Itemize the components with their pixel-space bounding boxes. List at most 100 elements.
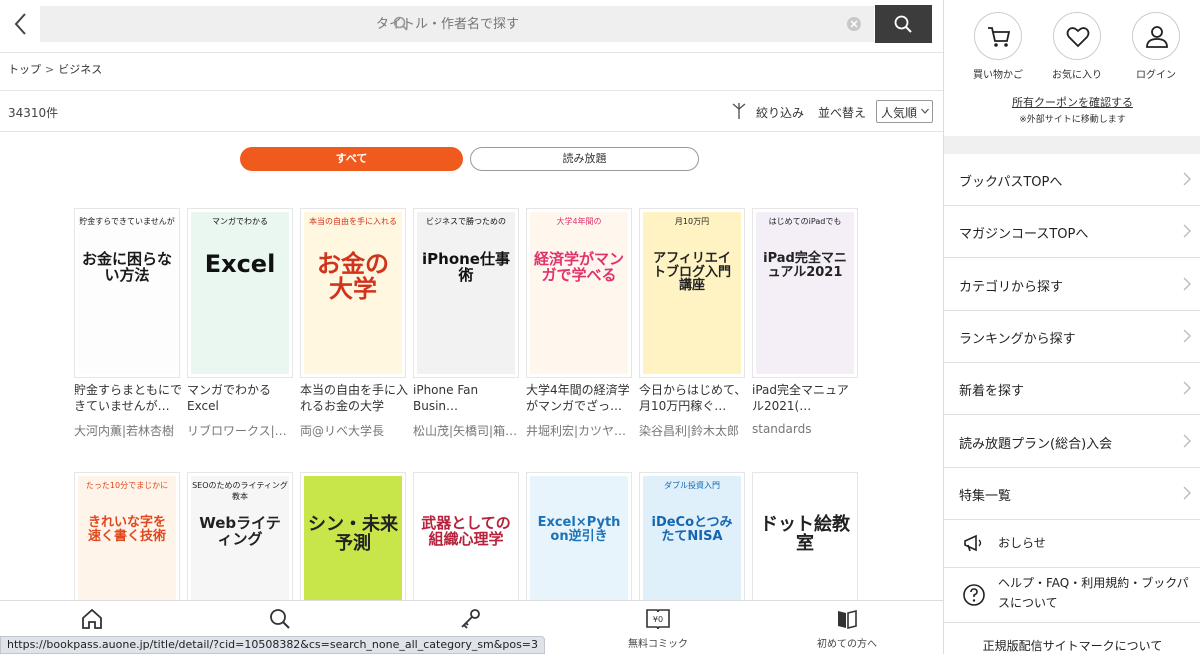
- book-cover-title: iPhone仕事術: [422, 250, 510, 284]
- coupon-note: ※外部サイトに移動します: [1019, 115, 1126, 125]
- sidebar-menu-label: 特集一覧: [959, 488, 1012, 504]
- book-cover-art: マンガでわかる Excel: [191, 212, 289, 374]
- search-button[interactable]: [875, 5, 932, 43]
- search-icon: [270, 609, 290, 629]
- book-cover-subtitle: 本当の自由を手に入れる: [309, 217, 397, 226]
- book-title[interactable]: iPad完全マニュアル2021(…: [752, 382, 860, 416]
- free-comic-icon: ¥0: [646, 609, 670, 630]
- official-mark-link[interactable]: 正規版配信サイトマークについて: [944, 630, 1200, 654]
- book-cover[interactable]: 月10万円 アフィリエイトブログ入門講座: [639, 208, 745, 378]
- book-cover-title: iPad完全マニュアル2021: [763, 251, 847, 280]
- book-cover[interactable]: はじめてのiPadでも iPad完全マニュアル2021: [752, 208, 858, 378]
- user-icon: [1146, 26, 1168, 48]
- book-author[interactable]: 松山茂|矢橋司|箱…: [413, 422, 521, 439]
- chevron-right-icon: [1183, 172, 1191, 186]
- sort-select[interactable]: 人気順: [876, 100, 933, 123]
- sort-label: 並べ替え: [818, 106, 867, 120]
- book-cover-title: Excel×Python逆引き: [537, 515, 621, 544]
- favorite-button[interactable]: お気に入り: [1047, 12, 1107, 81]
- book-cover-subtitle: ビジネスで勝つための: [426, 217, 506, 226]
- coupon-link[interactable]: 所有クーポンを確認する: [944, 94, 1200, 110]
- book-cover-title: 武器としての組織心理学: [421, 514, 511, 548]
- book-cover[interactable]: マンガでわかる Excel: [187, 208, 293, 378]
- book-cover-title: シン・未来予測: [308, 514, 398, 554]
- book-title[interactable]: 今日からはじめて、月10万円稼ぐ…: [639, 382, 747, 416]
- bottom-nav-label: 初めての方へ: [817, 639, 877, 650]
- svg-text:¥0: ¥0: [653, 615, 663, 624]
- chevron-right-icon: [1183, 434, 1191, 447]
- key-icon: [461, 609, 480, 629]
- sidebar-menu-label: 新着を探す: [959, 384, 1025, 400]
- main-content: トップ >ビジネス 34310件 絞り込み 並べ替え 人気順 すべて 読み放題 貯…: [0, 0, 943, 654]
- chevron-right-icon: [1183, 381, 1191, 395]
- breadcrumb-item-top[interactable]: トップ: [8, 61, 41, 77]
- book-author[interactable]: リブロワークス|…: [187, 422, 295, 439]
- news-link[interactable]: おしらせ: [944, 520, 1200, 568]
- book-cover-art: 大学4年間の 経済学がマンガで学べる: [530, 212, 628, 374]
- search-bar: [0, 0, 943, 53]
- book-author[interactable]: 井堀利宏|カツヤ…: [526, 422, 634, 439]
- sidebar-menu-item[interactable]: 読み放題プラン(総合)入会: [944, 416, 1200, 468]
- sidebar-menu-item[interactable]: 特集一覧: [944, 468, 1200, 520]
- book-cover-title: Excel: [204, 250, 276, 278]
- book-cover-subtitle: 月10万円: [674, 217, 710, 226]
- sidebar-menu-label: マガジンコースTOPへ: [959, 227, 1089, 243]
- book-cover[interactable]: 大学4年間の 経済学がマンガで学べる: [526, 208, 632, 378]
- breadcrumb: トップ > ビジネス: [8, 61, 102, 79]
- book-cover-title: お金の大学: [317, 250, 389, 304]
- tab-unlimited[interactable]: 読み放題: [470, 147, 699, 171]
- breadcrumb-item-business[interactable]: ビジネス: [58, 61, 102, 77]
- filter-icon[interactable]: [730, 102, 748, 120]
- search-input[interactable]: [40, 6, 874, 42]
- bottom-nav-home[interactable]: [32, 607, 152, 635]
- book-author[interactable]: standards: [752, 422, 860, 436]
- book-cover-art: はじめてのiPadでも iPad完全マニュアル2021: [756, 212, 854, 374]
- book-cover[interactable]: ビジネスで勝つための iPhone仕事術: [413, 208, 519, 378]
- sidebar-menu-item[interactable]: 新着を探す: [944, 363, 1200, 416]
- search-box: [40, 6, 874, 42]
- book-cover-subtitle: マンガでわかる: [212, 217, 268, 226]
- book-title[interactable]: 貯金すらまともにできていませんが…: [74, 382, 182, 416]
- back-button[interactable]: [10, 10, 32, 38]
- book-cover-subtitle: 貯金すらできていませんが: [79, 217, 175, 226]
- cart-button[interactable]: 買い物かご: [968, 12, 1028, 81]
- book-cover-subtitle: SEOのためのライティング教本: [192, 481, 288, 501]
- chevron-right-icon: [1183, 277, 1191, 291]
- cart-icon: [988, 27, 1011, 47]
- book-title[interactable]: マンガでわかるExcel: [187, 382, 295, 416]
- book-cover-subtitle: ダブル投資入門: [664, 481, 720, 490]
- sidebar-menu-item[interactable]: ブックパスTOPへ: [944, 154, 1200, 206]
- filter-button[interactable]: 絞り込み: [756, 104, 804, 121]
- book-cover-subtitle: はじめてのiPadでも: [768, 217, 842, 226]
- book-cover-title: 経済学がマンガで学べる: [534, 250, 625, 284]
- bottom-nav-label: 無料コミック: [628, 639, 688, 650]
- book-cover[interactable]: 貯金すらできていませんが お金に困らない方法: [74, 208, 180, 378]
- sidebar: 買い物かご お気に入り ログイン 所有クーポンを確認する ※外部サイトに移動しま…: [943, 0, 1200, 654]
- chevron-down-icon: [921, 108, 929, 114]
- book-title[interactable]: 本当の自由を手に入れるお金の大学: [300, 382, 408, 416]
- search-placeholder-icon: [392, 15, 410, 33]
- book-title[interactable]: 大学4年間の経済学がマンガでざっ…: [526, 382, 634, 416]
- clear-icon[interactable]: [846, 16, 862, 32]
- book-cover-title: Webライティング: [199, 514, 281, 548]
- book-cover-title: ドット絵教室: [760, 514, 850, 554]
- bottom-nav-key[interactable]: [410, 607, 530, 635]
- sidebar-menu-item[interactable]: ランキングから探す: [944, 311, 1200, 363]
- news-label: おしらせ: [998, 536, 1046, 550]
- sort-select-value: 人気順: [881, 106, 918, 120]
- book-cover[interactable]: 本当の自由を手に入れるお金の大学: [300, 208, 406, 378]
- sidebar-menu-item[interactable]: カテゴリから探す: [944, 259, 1200, 311]
- tab-all[interactable]: すべて: [240, 147, 463, 171]
- book-icon: [838, 609, 857, 630]
- sidebar-menu-item[interactable]: マガジンコースTOPへ: [944, 206, 1200, 259]
- bottom-nav-free-comic[interactable]: ¥0 無料コミック: [598, 607, 718, 650]
- book-author[interactable]: 大河内薫|若林杏樹: [74, 422, 182, 439]
- login-button[interactable]: ログイン: [1126, 12, 1186, 81]
- help-link[interactable]: ヘルプ・FAQ・利用規約・ブックパスについて: [944, 568, 1200, 623]
- book-title[interactable]: iPhone Fan Busin…: [413, 382, 521, 416]
- book-author[interactable]: 両@リベ大学長: [300, 422, 408, 439]
- bottom-nav-search[interactable]: [220, 607, 340, 635]
- login-label: ログイン: [1136, 70, 1176, 81]
- bottom-nav-first-time[interactable]: 初めての方へ: [787, 607, 907, 650]
- book-author[interactable]: 染谷昌利|鈴木太郎: [639, 422, 747, 439]
